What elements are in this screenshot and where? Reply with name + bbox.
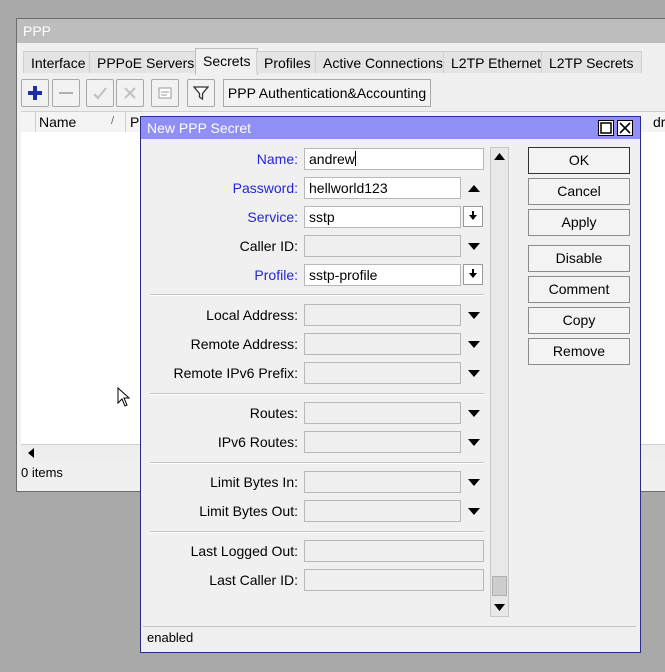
password-label: Password: [232, 180, 298, 196]
caller-id-label: Caller ID: [239, 238, 298, 254]
tab-l2tp-ethernet[interactable]: L2TP Ethernet [443, 51, 550, 73]
service-dropdown-button[interactable] [463, 206, 483, 227]
scroll-left-icon[interactable] [25, 447, 37, 459]
routes-field[interactable] [304, 402, 461, 424]
expand-down-icon[interactable] [467, 240, 481, 254]
separator [150, 393, 484, 395]
tab-secrets[interactable]: Secrets [195, 48, 259, 75]
separator [150, 531, 484, 533]
limit-bytes-out-field[interactable] [304, 500, 461, 522]
enable-button[interactable] [86, 79, 114, 107]
last-logged-out-label: Last Logged Out: [190, 543, 298, 559]
name-field[interactable]: andrew [304, 148, 484, 170]
last-logged-out-field [304, 540, 484, 562]
new-ppp-secret-dialog: New PPP Secret Name: andrew Password: he… [140, 116, 641, 653]
scroll-thumb[interactable] [492, 576, 507, 596]
collapse-up-icon[interactable] [467, 181, 481, 195]
plus-icon [28, 86, 42, 100]
maximize-icon[interactable] [598, 120, 614, 136]
disable-button[interactable] [116, 79, 144, 107]
close-icon[interactable] [617, 120, 633, 136]
ipv6-routes-label: IPv6 Routes: [217, 434, 298, 450]
name-value: andrew [309, 151, 355, 167]
sort-icon: / [111, 115, 115, 127]
limit-bytes-in-label: Limit Bytes In: [210, 474, 298, 490]
password-field[interactable]: hellworld123 [304, 177, 461, 199]
ipv6-routes-field[interactable] [304, 431, 461, 453]
service-label: Service: [247, 209, 298, 225]
x-icon [124, 87, 136, 99]
items-count: 0 items [21, 465, 63, 480]
local-address-label: Local Address: [206, 307, 298, 323]
remove-button[interactable] [52, 79, 80, 107]
dialog-status: enabled [143, 626, 636, 649]
column-address[interactable]: dres [653, 112, 665, 132]
comment-button[interactable]: Comment [528, 276, 630, 303]
mouse-cursor-icon [117, 387, 131, 407]
service-field[interactable]: sstp [304, 206, 461, 228]
separator [150, 294, 484, 296]
profile-field[interactable]: sstp-profile [304, 264, 461, 286]
tab-pppoe-servers[interactable]: PPPoE Servers [89, 51, 203, 73]
disable-button[interactable]: Disable [528, 245, 630, 272]
cancel-button[interactable]: Cancel [528, 178, 630, 205]
name-label: Name: [256, 151, 298, 167]
dropdown-arrow-icon [469, 211, 477, 220]
tab-l2tp-secrets[interactable]: L2TP Secrets [541, 51, 642, 73]
expand-down-icon[interactable] [467, 505, 481, 519]
last-caller-id-label: Last Caller ID: [209, 572, 298, 588]
ok-button[interactable]: OK [528, 147, 630, 174]
remote-address-field[interactable] [304, 333, 461, 355]
text-cursor [354, 151, 356, 166]
expand-down-icon[interactable] [467, 436, 481, 450]
copy-button[interactable]: Copy [528, 307, 630, 334]
routes-label: Routes: [249, 405, 298, 421]
add-button[interactable] [21, 79, 49, 107]
filter-button[interactable] [187, 79, 215, 107]
expand-down-icon[interactable] [467, 407, 481, 421]
minus-icon [59, 92, 73, 94]
ppp-accounting-button[interactable]: PPP Authentication&Accounting [223, 79, 431, 107]
scroll-down-icon[interactable] [491, 600, 508, 614]
expand-down-icon[interactable] [467, 367, 481, 381]
dropdown-arrow-icon [469, 269, 477, 278]
remove-button[interactable]: Remove [528, 338, 630, 365]
check-icon [93, 87, 107, 100]
expand-down-icon[interactable] [467, 309, 481, 323]
column-name[interactable]: Name [39, 112, 76, 132]
expand-down-icon[interactable] [467, 338, 481, 352]
caller-id-field[interactable] [304, 235, 461, 257]
row-selector-column [21, 112, 36, 132]
tab-active-connections[interactable]: Active Connections [315, 51, 451, 73]
note-icon [158, 87, 172, 99]
apply-button[interactable]: Apply [528, 209, 630, 236]
vertical-scrollbar[interactable] [490, 147, 509, 617]
profile-dropdown-button[interactable] [463, 264, 483, 285]
limit-bytes-in-field[interactable] [304, 471, 461, 493]
remote-address-label: Remote Address: [190, 336, 298, 352]
tab-profiles[interactable]: Profiles [256, 51, 319, 73]
local-address-field[interactable] [304, 304, 461, 326]
window-title: PPP [17, 19, 665, 43]
scroll-up-icon[interactable] [491, 150, 508, 164]
comment-button[interactable] [151, 79, 179, 107]
tab-interface[interactable]: Interface [23, 51, 94, 73]
profile-label: Profile: [254, 267, 298, 283]
separator [150, 462, 484, 464]
filter-icon [193, 86, 209, 101]
remote-ipv6-prefix-field[interactable] [304, 362, 461, 384]
expand-down-icon[interactable] [467, 476, 481, 490]
dialog-title: New PPP Secret [141, 117, 640, 139]
limit-bytes-out-label: Limit Bytes Out: [199, 503, 298, 519]
remote-ipv6-prefix-label: Remote IPv6 Prefix: [173, 365, 299, 381]
last-caller-id-field [304, 569, 484, 591]
